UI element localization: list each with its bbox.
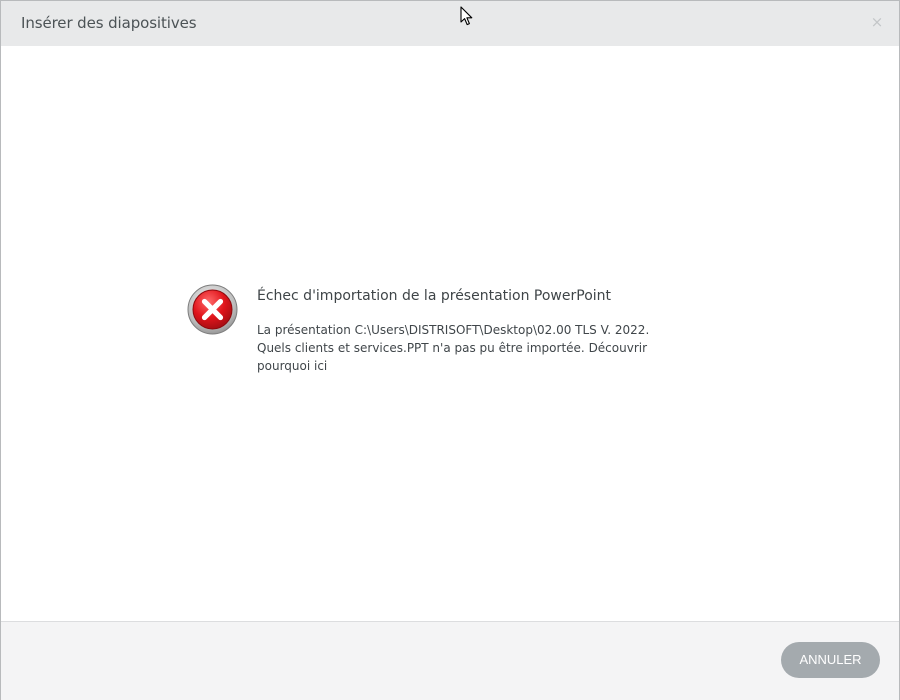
close-icon[interactable]: × (869, 13, 885, 31)
mouse-cursor-icon (460, 6, 473, 26)
error-panel: Échec d'importation de la présentation P… (187, 284, 707, 373)
error-message: La présentation C:\Users\DISTRISOFT\Desk… (257, 321, 687, 375)
insert-slides-dialog: Insérer des diapositives × Échec d'impor… (0, 0, 900, 700)
dialog-footer: ANNULER (1, 621, 899, 700)
error-title: Échec d'importation de la présentation P… (257, 288, 612, 304)
error-x-circle-icon (187, 284, 238, 335)
dialog-title: Insérer des diapositives (21, 14, 197, 32)
cancel-button[interactable]: ANNULER (781, 642, 880, 678)
dialog-content: Échec d'importation de la présentation P… (1, 46, 899, 621)
dialog-title-bar: Insérer des diapositives × (1, 1, 899, 46)
